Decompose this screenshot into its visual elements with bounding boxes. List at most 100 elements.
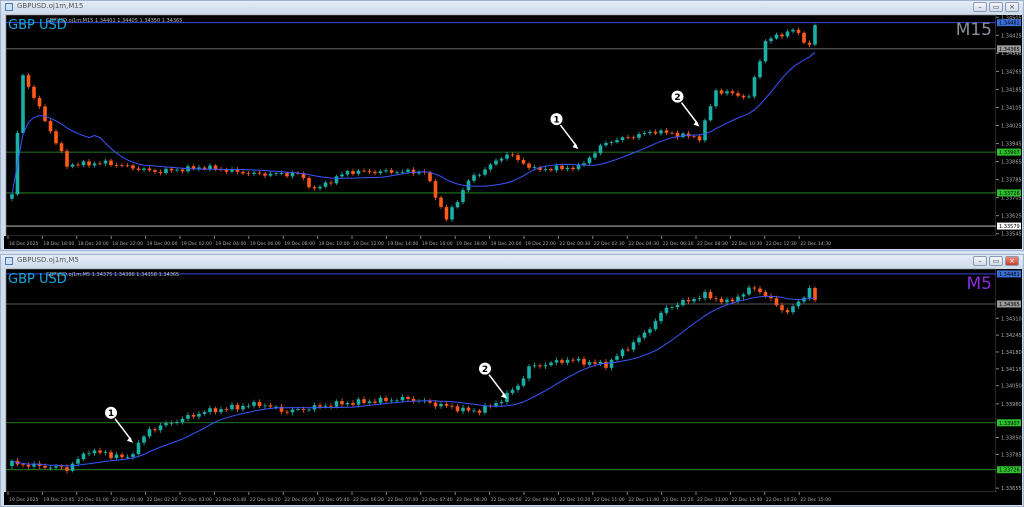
minimize-button[interactable]: – — [973, 256, 987, 266]
time-label: 19 Dec 02:00 — [181, 241, 212, 247]
bear-candle — [191, 415, 196, 417]
time-label: 22 Dec 07:00 — [387, 497, 418, 503]
bear-candle — [65, 467, 69, 471]
bull-candle — [131, 454, 135, 457]
bull-candle — [230, 404, 234, 410]
bull-candle — [21, 75, 25, 133]
bear-candle — [450, 405, 454, 407]
time-label: 19 Dec 04:00 — [215, 241, 246, 247]
bull-candle — [521, 378, 526, 386]
price-tick-label: 1.34105 — [1001, 105, 1022, 111]
bull-candle — [186, 415, 190, 419]
bear-candle — [340, 401, 344, 405]
bear-candle — [510, 154, 515, 156]
bear-candle — [730, 91, 735, 94]
bear-candle — [521, 160, 526, 164]
bull-candle — [158, 425, 163, 431]
bull-candle — [807, 287, 812, 298]
bear-candle — [351, 171, 355, 174]
time-label: 22 Dec 14:20 — [766, 497, 797, 503]
bull-candle — [472, 175, 476, 181]
time-label: 22 Dec 02:30 — [594, 241, 625, 247]
price-tick-label: 1.34180 — [1001, 350, 1022, 356]
time-label: 19 Dec 08:00 — [284, 241, 315, 247]
bull-candle — [241, 405, 245, 410]
bull-candle — [395, 400, 399, 402]
bull-candle — [648, 131, 652, 134]
bear-candle — [169, 168, 174, 171]
bull-candle — [747, 96, 751, 98]
window-titlebar[interactable]: GBPUSD.oj1m,M5 – ▭ × — [1, 255, 1023, 268]
time-label: 22 Dec 14:30 — [800, 241, 831, 247]
bull-candle — [290, 409, 295, 413]
bull-candle — [268, 173, 273, 176]
bear-candle — [43, 465, 47, 468]
chart-window-m5: GBPUSD.oj1m,M5 – ▭ × 1.34310 1.34245 1.34180… — [0, 254, 1024, 507]
bull-candle — [774, 34, 779, 39]
bull-candle — [147, 429, 152, 437]
bull-candle — [477, 174, 482, 176]
bear-candle — [807, 42, 812, 45]
bull-candle — [593, 153, 597, 158]
bull-candle — [664, 307, 669, 313]
time-label: 18 Dec 22:00 — [112, 241, 143, 247]
bull-candle — [631, 342, 636, 350]
bull-candle — [307, 409, 311, 411]
bull-candle — [400, 396, 405, 401]
bear-candle — [362, 399, 366, 403]
bull-candle — [395, 172, 399, 174]
bull-candle — [554, 360, 559, 363]
price-chart-m5[interactable]: 1.34310 1.34245 1.34180 1.34115 1.34050 1.339… — [4, 268, 1022, 505]
price-chart-m15[interactable]: 1.345051.344251.343461.342651.341851.341… — [4, 14, 1022, 249]
bear-candle — [516, 155, 520, 161]
bull-candle — [576, 358, 581, 361]
bear-candle — [373, 401, 377, 403]
bull-candle — [202, 412, 207, 414]
bear-candle — [631, 137, 636, 139]
bull-candle — [208, 165, 212, 170]
annotation-marker-label: 1 — [553, 116, 559, 126]
bull-candle — [252, 402, 256, 406]
close-button[interactable]: × — [1005, 256, 1019, 266]
time-label: 19 Dec 12:00 — [353, 241, 384, 247]
bear-candle — [626, 137, 630, 139]
bear-candle — [268, 405, 273, 407]
time-label: 19 Dec 20:00 — [491, 241, 522, 247]
bull-candle — [510, 389, 515, 393]
time-label: 22 Dec 11:40 — [628, 497, 659, 503]
bull-candle — [543, 365, 548, 367]
bear-candle — [373, 171, 377, 174]
maximize-button[interactable]: ▭ — [989, 2, 1003, 12]
time-label: 22 Dec 13:00 — [697, 497, 728, 503]
bull-candle — [384, 170, 388, 172]
bull-candle — [70, 164, 75, 167]
bear-candle — [131, 165, 135, 169]
window-titlebar[interactable]: GBPUSD.oj1m,M15 – ▭ × — [1, 1, 1023, 14]
bull-candle — [565, 359, 570, 363]
time-label: 19 Dec 2025 — [9, 497, 38, 503]
price-tick-label: 1.34050 — [1001, 384, 1022, 390]
bull-candle — [565, 167, 570, 170]
time-label: 22 Dec 12:30 — [766, 241, 797, 247]
bull-candle — [175, 169, 179, 171]
bull-candle — [752, 77, 757, 97]
minimize-button[interactable]: – — [973, 2, 987, 12]
bear-candle — [719, 90, 724, 94]
bear-candle — [626, 349, 630, 351]
close-button[interactable]: × — [1005, 2, 1019, 12]
bull-candle — [615, 356, 619, 360]
price-tick-label: 1.33545 — [1001, 232, 1022, 238]
bull-candle — [208, 408, 212, 413]
bull-candle — [103, 452, 108, 453]
level-price-label: 1.34365 — [999, 47, 1020, 53]
maximize-button[interactable]: ▭ — [989, 256, 1003, 266]
bull-candle — [92, 163, 97, 166]
bear-candle — [301, 173, 306, 178]
time-label: 19 Dec 10:00 — [319, 241, 350, 247]
window-title: GBPUSD.oj1m,M15 — [17, 2, 84, 10]
bull-candle — [378, 397, 383, 403]
bull-candle — [769, 38, 773, 42]
bull-candle — [164, 168, 168, 174]
price-tick-label: 1.34025 — [1001, 124, 1022, 130]
bear-candle — [692, 136, 696, 138]
